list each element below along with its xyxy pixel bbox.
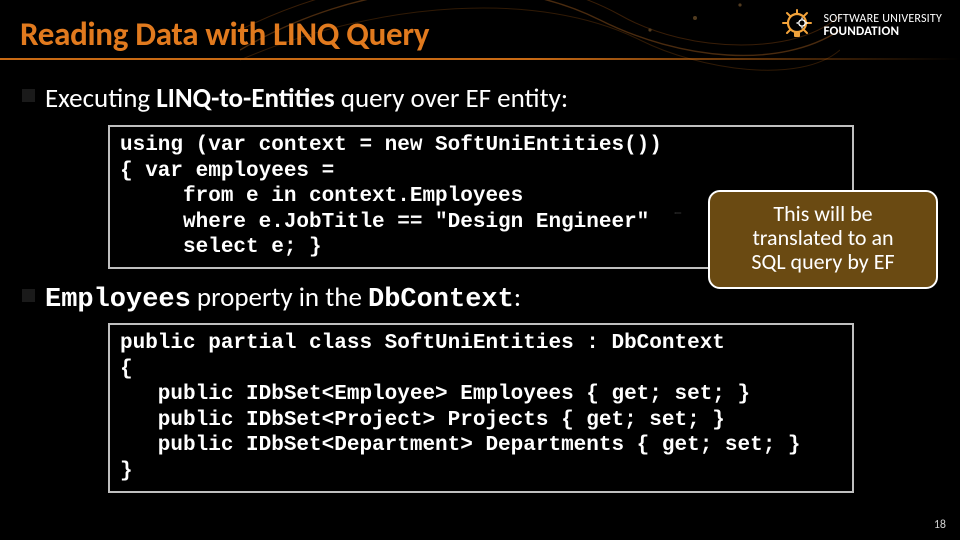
brand-line2: FOUNDATION bbox=[823, 25, 942, 39]
code-line: public IDbSet<Employee> Employees { get;… bbox=[120, 382, 842, 408]
bullet-code-bold: DbContext bbox=[368, 285, 514, 315]
slide-title: Reading Data with LINQ Query bbox=[20, 14, 429, 54]
code-line: public partial class SoftUniEntities : D… bbox=[120, 331, 842, 357]
bullet-square-icon bbox=[22, 89, 35, 102]
code-block-dbcontext: public partial class SoftUniEntities : D… bbox=[108, 323, 854, 493]
callout-line: This will be bbox=[724, 202, 922, 226]
bullet-text: Executing LINQ-to-Entities query over EF… bbox=[45, 82, 568, 115]
bullet-text-pre: Executing bbox=[45, 82, 156, 115]
bullet-linq-to-entities: Executing LINQ-to-Entities query over EF… bbox=[22, 82, 960, 115]
code-line: public IDbSet<Project> Projects { get; s… bbox=[120, 408, 842, 434]
code-line: public IDbSet<Department> Departments { … bbox=[120, 433, 842, 459]
bullet-text-bold: LINQ-to-Entities bbox=[156, 82, 334, 115]
bullet-text-post: query over EF entity: bbox=[335, 82, 568, 115]
brand-logo: SOFTWARE UNIVERSITY FOUNDATION bbox=[779, 8, 942, 44]
code-line: using (var context = new SoftUniEntities… bbox=[120, 133, 842, 159]
brand-logo-text: SOFTWARE UNIVERSITY FOUNDATION bbox=[823, 13, 942, 39]
callout-sql-translation: This will be translated to an SQL query … bbox=[708, 190, 938, 289]
code-line: } bbox=[120, 459, 842, 485]
code-line: { var employees = bbox=[120, 159, 842, 185]
lightbulb-gear-icon bbox=[779, 8, 815, 44]
bullet-square-icon bbox=[22, 289, 35, 302]
callout-leader-line bbox=[646, 212, 710, 214]
bullet-code-bold: Employees bbox=[45, 285, 191, 315]
bullet-text: Employees property in the DbContext: bbox=[45, 281, 521, 315]
page-number: 18 bbox=[934, 518, 946, 532]
title-underline bbox=[0, 58, 960, 60]
bullet-text-mid: property in the bbox=[191, 281, 368, 314]
callout-line: translated to an bbox=[724, 226, 922, 250]
bullet-text-colon: : bbox=[514, 281, 521, 314]
code-line: { bbox=[120, 357, 842, 383]
callout-line: SQL query by EF bbox=[724, 250, 922, 274]
